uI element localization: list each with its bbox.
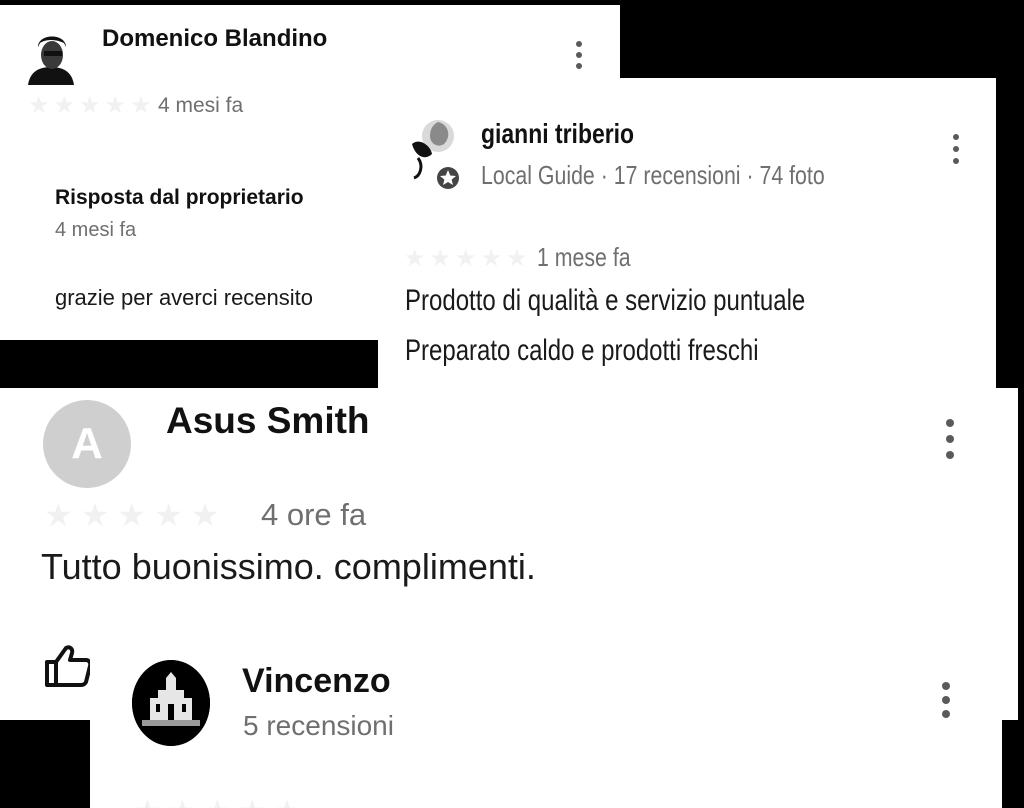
star-icon: ★ <box>154 497 183 533</box>
avatar[interactable]: A <box>43 400 131 488</box>
star-icon: ★ <box>506 245 528 272</box>
star-icon: ★ <box>117 497 147 533</box>
star-icon: ★ <box>53 92 76 119</box>
review-card-gianni: gianni triberio Local Guide · 17 recensi… <box>378 78 996 388</box>
star-icon: ★ <box>28 92 50 119</box>
star-icon: ★ <box>429 245 452 272</box>
more-options-button[interactable] <box>941 682 951 718</box>
review-text-line: Preparato caldo e prodotti freschi <box>405 334 759 367</box>
more-options-button[interactable] <box>951 134 961 164</box>
avatar[interactable] <box>408 114 460 192</box>
star-icon: ★ <box>239 794 266 808</box>
rose-avatar-icon <box>408 114 460 192</box>
reviewer-name[interactable]: Vincenzo <box>242 662 391 701</box>
like-button[interactable] <box>44 644 93 688</box>
star-icon: ★ <box>480 245 503 272</box>
star-icon: ★ <box>134 794 161 808</box>
star-icon: ★ <box>44 497 73 533</box>
more-options-button[interactable] <box>945 419 955 459</box>
star-icon: ★ <box>130 92 152 119</box>
review-text: Tutto buonissimo. complimenti. <box>41 546 536 587</box>
star-icon: ★ <box>80 497 110 533</box>
reviewer-meta: Local Guide · 17 recensioni · 74 foto <box>481 160 825 190</box>
star-rating: ★ ★ ★ ★ ★ <box>134 794 301 808</box>
person-avatar-icon <box>26 21 76 85</box>
more-options-button[interactable] <box>574 41 584 69</box>
review-time: 1 mese fa <box>537 242 631 272</box>
owner-reply-time: 4 mesi fa <box>55 219 137 241</box>
reviewer-name[interactable]: Asus Smith <box>166 400 370 442</box>
review-time: 4 ore fa <box>261 497 367 532</box>
star-icon: ★ <box>79 92 101 119</box>
owner-reply-heading: Risposta dal proprietario <box>55 186 304 209</box>
star-rating: ★ ★ ★ ★ ★ <box>28 91 152 120</box>
review-card-vincenzo: Vincenzo 5 recensioni ★ ★ ★ ★ ★ <box>90 640 1002 808</box>
reviewer-name[interactable]: Domenico Blandino <box>102 25 327 53</box>
owner-reply-text: grazie per averci recensito <box>55 285 314 310</box>
avatar[interactable] <box>26 21 76 85</box>
star-rating: ★ ★ ★ ★ ★ <box>404 244 528 273</box>
review-text-line: Prodotto di qualità e servizio puntuale <box>405 284 806 317</box>
star-icon: ★ <box>404 245 426 272</box>
reviewer-name[interactable]: gianni triberio <box>481 118 634 150</box>
review-time: 4 mesi fa <box>158 94 244 117</box>
star-icon: ★ <box>190 497 220 533</box>
star-icon: ★ <box>104 92 127 119</box>
avatar[interactable] <box>132 660 210 746</box>
star-rating: ★ ★ ★ ★ ★ <box>44 496 219 534</box>
star-icon: ★ <box>204 794 231 808</box>
star-icon: ★ <box>274 794 301 808</box>
reviewer-meta: 5 recensioni <box>243 710 394 741</box>
avatar-letter: A <box>71 419 103 468</box>
church-avatar-icon <box>132 660 210 746</box>
thumb-up-icon <box>45 645 93 687</box>
star-icon: ★ <box>455 245 477 272</box>
star-icon: ★ <box>169 794 196 808</box>
